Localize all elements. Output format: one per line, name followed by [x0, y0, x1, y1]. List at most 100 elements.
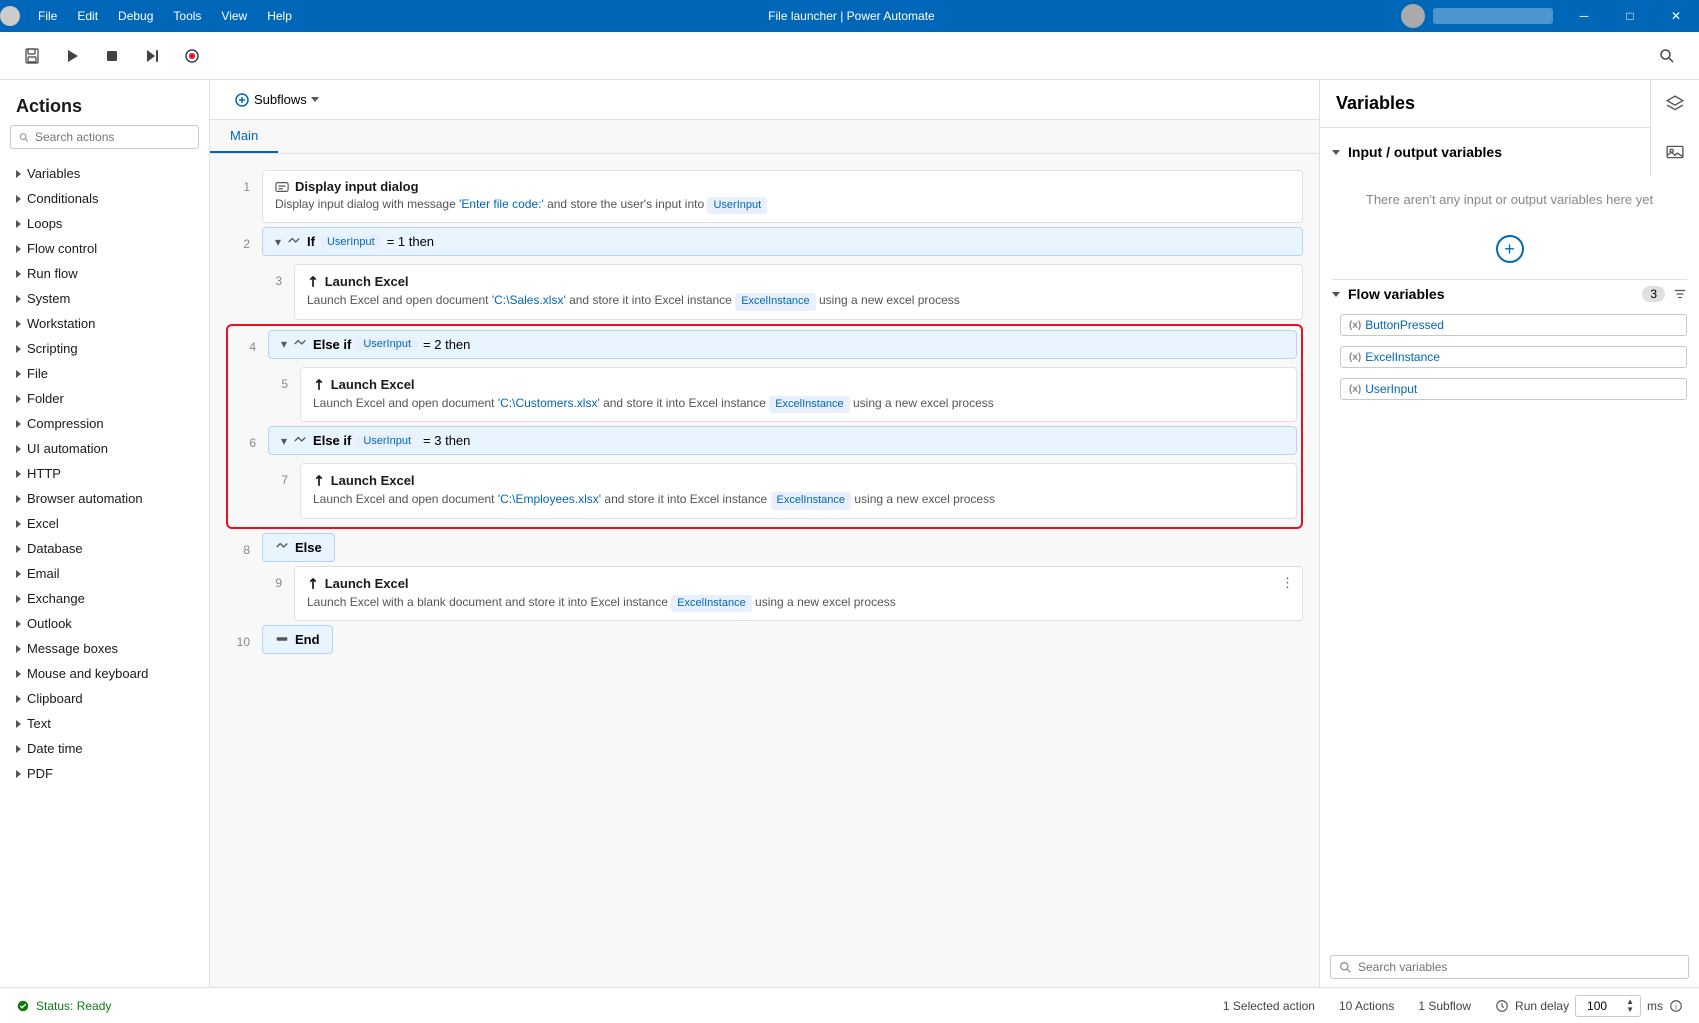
flow-node-3[interactable]: ↗ Launch Excel Launch Excel and open doc… — [294, 264, 1303, 319]
help-menu[interactable]: Help — [257, 0, 302, 32]
chevron-right-icon — [16, 720, 21, 728]
minimize-button[interactable]: ─ — [1561, 0, 1607, 32]
sidebar-item-clipboard[interactable]: Clipboard — [0, 686, 209, 711]
chevron-right-icon — [16, 345, 21, 353]
var-prefix-1: (x) — [1349, 352, 1361, 363]
io-section-header[interactable]: Input / output variables 0 — [1332, 140, 1687, 164]
sidebar-item-label: HTTP — [27, 466, 61, 481]
flow-node-9[interactable]: ↗ Launch Excel Launch Excel with a blank… — [294, 566, 1303, 621]
flow-node-1[interactable]: Display input dialog Display input dialo… — [262, 170, 1303, 223]
stop-button[interactable] — [96, 40, 128, 72]
var-buttonpressed[interactable]: (x) ButtonPressed — [1340, 314, 1687, 336]
sidebar-item-outlook[interactable]: Outlook — [0, 611, 209, 636]
sidebar-item-workstation[interactable]: Workstation — [0, 311, 209, 336]
play-button[interactable] — [56, 40, 88, 72]
window-title: File launcher | Power Automate — [302, 9, 1401, 23]
sidebar-item-message-boxes[interactable]: Message boxes — [0, 636, 209, 661]
run-delay-label: Run delay — [1515, 999, 1569, 1013]
sidebar-item-excel[interactable]: Excel — [0, 511, 209, 536]
chevron-right-icon — [16, 770, 21, 778]
sidebar-item-ui-automation[interactable]: UI automation — [0, 436, 209, 461]
sidebar-item-browser-automation[interactable]: Browser automation — [0, 486, 209, 511]
sidebar-item-variables[interactable]: Variables — [0, 161, 209, 186]
record-button[interactable] — [176, 40, 208, 72]
sidebar-item-conditionals[interactable]: Conditionals — [0, 186, 209, 211]
if-node-2[interactable]: ▾ If UserInput = 1 then — [262, 227, 1303, 256]
sidebar-item-file[interactable]: File — [0, 361, 209, 386]
end-keyword: End — [295, 632, 320, 647]
user-name — [1433, 8, 1553, 24]
layers-button[interactable] — [1651, 80, 1699, 128]
search-actions-input[interactable] — [35, 130, 190, 144]
sidebar-item-flow-control[interactable]: Flow control — [0, 236, 209, 261]
launch-icon-9: ↗ — [303, 573, 323, 593]
sidebar-item-http[interactable]: HTTP — [0, 461, 209, 486]
sidebar-item-email[interactable]: Email — [0, 561, 209, 586]
search-variables-input[interactable] — [1358, 960, 1680, 974]
sidebar-item-exchange[interactable]: Exchange — [0, 586, 209, 611]
chevron-right-icon — [16, 695, 21, 703]
node-title-3: ↗ Launch Excel — [307, 273, 1290, 290]
chevron-right-icon — [16, 595, 21, 603]
flow-node-7[interactable]: ↗ Launch Excel Launch Excel and open doc… — [300, 463, 1297, 518]
var-name-1: ExcelInstance — [1365, 350, 1440, 364]
maximize-button[interactable]: □ — [1607, 0, 1653, 32]
save-button[interactable] — [16, 40, 48, 72]
io-chevron-icon — [1332, 150, 1340, 155]
collapse-icon-6[interactable]: ▾ — [281, 434, 287, 448]
var-userinput[interactable]: (x) UserInput — [1340, 378, 1687, 400]
step-button[interactable] — [136, 40, 168, 72]
sidebar-item-scripting[interactable]: Scripting — [0, 336, 209, 361]
run-delay-input[interactable] — [1582, 999, 1622, 1013]
collapse-icon-4[interactable]: ▾ — [281, 337, 287, 351]
flow-row-8: 8 Else — [226, 533, 1303, 562]
elseif-node-6[interactable]: ▾ Else if UserInput = 3 then — [268, 426, 1297, 455]
search-actions-box[interactable] — [10, 125, 199, 149]
node-desc-3: Launch Excel and open document 'C:\Sales… — [307, 292, 1290, 310]
debug-menu[interactable]: Debug — [108, 0, 163, 32]
flow-node-5[interactable]: ↗ Launch Excel Launch Excel and open doc… — [300, 367, 1297, 422]
edit-menu[interactable]: Edit — [67, 0, 108, 32]
var-excelinstance[interactable]: (x) ExcelInstance — [1340, 346, 1687, 368]
sidebar-item-database[interactable]: Database — [0, 536, 209, 561]
sidebar-item-label: Excel — [27, 516, 59, 531]
subflows-button[interactable]: Subflows — [226, 88, 327, 112]
sidebar-item-mouse-keyboard[interactable]: Mouse and keyboard — [0, 661, 209, 686]
collapse-icon[interactable]: ▾ — [275, 235, 281, 249]
flow-count-badge: 3 — [1642, 286, 1665, 302]
more-options-button[interactable]: ⋮ — [1281, 575, 1294, 591]
elseif-node-4[interactable]: ▾ Else if UserInput = 2 then — [268, 330, 1297, 359]
sidebar-item-label: Mouse and keyboard — [27, 666, 148, 681]
search-variables-box[interactable] — [1330, 955, 1689, 979]
search-button[interactable] — [1651, 40, 1683, 72]
flow-section-header[interactable]: Flow variables 3 — [1332, 282, 1687, 306]
sidebar-item-label: Scripting — [27, 341, 78, 356]
sidebar-item-system[interactable]: System — [0, 286, 209, 311]
sidebar-item-compression[interactable]: Compression — [0, 411, 209, 436]
else-btn[interactable]: Else — [262, 533, 335, 562]
image-button[interactable] — [1651, 128, 1699, 176]
run-delay-input-box[interactable]: ▲ ▼ — [1575, 995, 1641, 1017]
run-delay-spinner[interactable]: ▲ ▼ — [1626, 998, 1634, 1014]
toolbar — [0, 32, 1699, 80]
sidebar-item-run-flow[interactable]: Run flow — [0, 261, 209, 286]
tab-main[interactable]: Main — [210, 120, 278, 153]
sidebar-item-loops[interactable]: Loops — [0, 211, 209, 236]
launch-icon-5: ↗ — [309, 374, 329, 394]
sidebar-item-folder[interactable]: Folder — [0, 386, 209, 411]
chevron-right-icon — [16, 570, 21, 578]
add-variable-button[interactable]: + — [1496, 235, 1524, 263]
view-menu[interactable]: View — [211, 0, 257, 32]
file-menu[interactable]: File — [28, 0, 67, 32]
userinput-badge: UserInput — [707, 197, 767, 214]
sidebar-item-pdf[interactable]: PDF — [0, 761, 209, 786]
sidebar-item-datetime[interactable]: Date time — [0, 736, 209, 761]
sidebar-item-text[interactable]: Text — [0, 711, 209, 736]
close-button[interactable]: ✕ — [1653, 0, 1699, 32]
flow-content: 1 Display input dialog Display input dia… — [210, 154, 1319, 987]
sidebar-item-label: Folder — [27, 391, 64, 406]
sidebar-item-label: System — [27, 291, 70, 306]
spinner-down[interactable]: ▼ — [1626, 1006, 1634, 1014]
end-node[interactable]: End — [262, 625, 333, 654]
tools-menu[interactable]: Tools — [163, 0, 211, 32]
